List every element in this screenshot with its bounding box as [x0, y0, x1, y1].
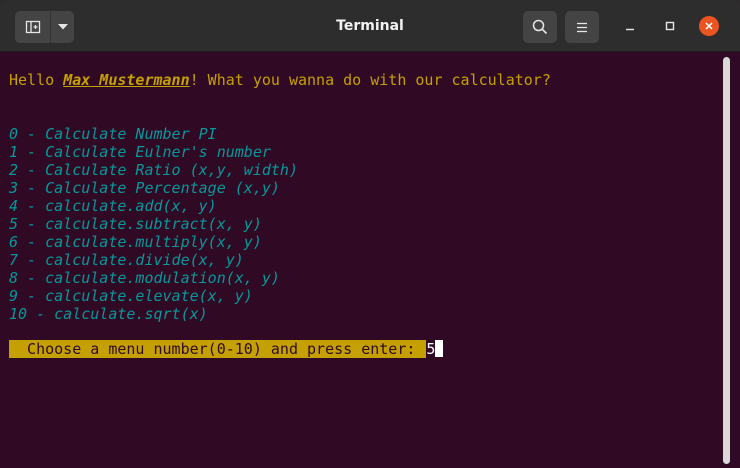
search-icon — [532, 19, 548, 35]
hamburger-menu-icon — [577, 22, 587, 32]
minimize-button[interactable] — [620, 16, 640, 36]
menu-item: 2 - Calculate Ratio (x,y, width) — [9, 161, 298, 179]
new-tab-icon — [25, 20, 40, 34]
menu-item: 4 - calculate.add(x, y) — [9, 197, 217, 215]
new-tab-button[interactable] — [15, 11, 50, 43]
menu-item: 3 - Calculate Percentage (x,y) — [9, 179, 280, 197]
menu-item: 1 - Calculate Eulner's number — [9, 143, 271, 161]
greeting-suffix: ! What you wanna do with our calculator? — [189, 71, 551, 89]
greeting-prefix: Hello — [9, 71, 64, 89]
scrollbar[interactable] — [723, 57, 730, 464]
search-button[interactable] — [523, 11, 557, 43]
greeting-line: Hello Max Mustermann! What you wanna do … — [9, 71, 551, 89]
menu-item: 6 - calculate.multiply(x, y) — [9, 233, 262, 251]
menu-item: 10 - calculate.sqrt(x) — [9, 305, 208, 323]
input-prompt-line[interactable]: Choose a menu number(0-10) and press ent… — [9, 340, 444, 358]
menu-item: 8 - calculate.modulation(x, y) — [9, 269, 280, 287]
maximize-icon — [665, 21, 675, 31]
input-prompt: Choose a menu number(0-10) and press ent… — [9, 340, 427, 358]
close-button[interactable] — [699, 16, 719, 36]
menu-item: 0 - Calculate Number PI — [9, 125, 217, 143]
tab-menu-button[interactable] — [50, 11, 74, 43]
terminal-output[interactable]: Hello Max Mustermann! What you wanna do … — [0, 53, 722, 468]
maximize-button[interactable] — [660, 16, 680, 36]
chevron-down-icon — [57, 24, 68, 30]
terminal-window: Terminal Hello Max Mustermann! What you … — [0, 0, 740, 468]
title-bar: Terminal — [0, 0, 740, 52]
window-title: Terminal — [336, 18, 404, 34]
input-value[interactable]: 5 — [426, 340, 435, 358]
menu-item: 5 - calculate.subtract(x, y) — [9, 215, 262, 233]
user-name: Max Mustermann — [63, 71, 190, 89]
menu-item: 9 - calculate.elevate(x, y) — [9, 287, 253, 305]
menu-item: 7 - calculate.divide(x, y) — [9, 251, 244, 269]
close-icon — [705, 22, 713, 30]
minimize-icon — [626, 28, 634, 31]
hamburger-menu-button[interactable] — [565, 11, 599, 43]
text-cursor — [435, 340, 444, 357]
